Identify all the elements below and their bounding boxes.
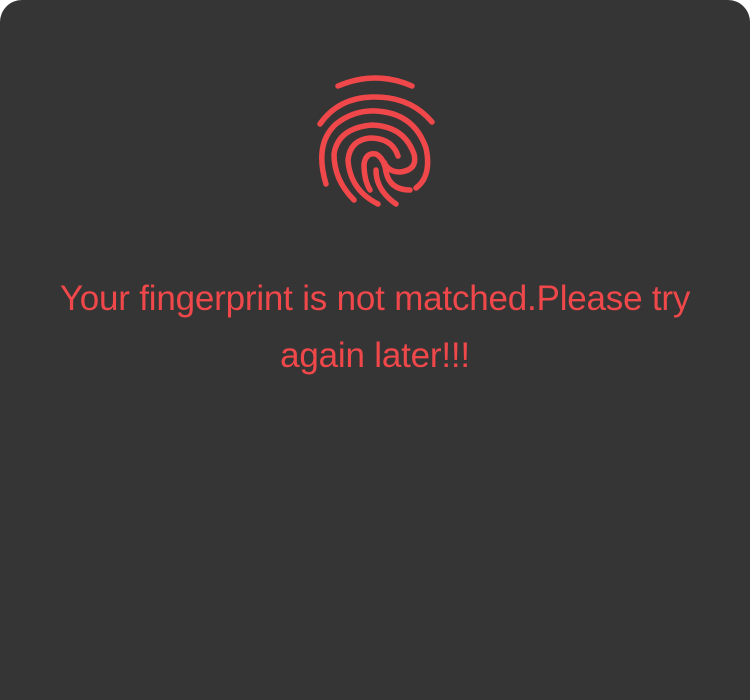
- fingerprint-error-dialog: Your fingerprint is not matched.Please t…: [0, 0, 750, 700]
- fingerprint-icon: [310, 72, 442, 212]
- error-message: Your fingerprint is not matched.Please t…: [59, 279, 691, 375]
